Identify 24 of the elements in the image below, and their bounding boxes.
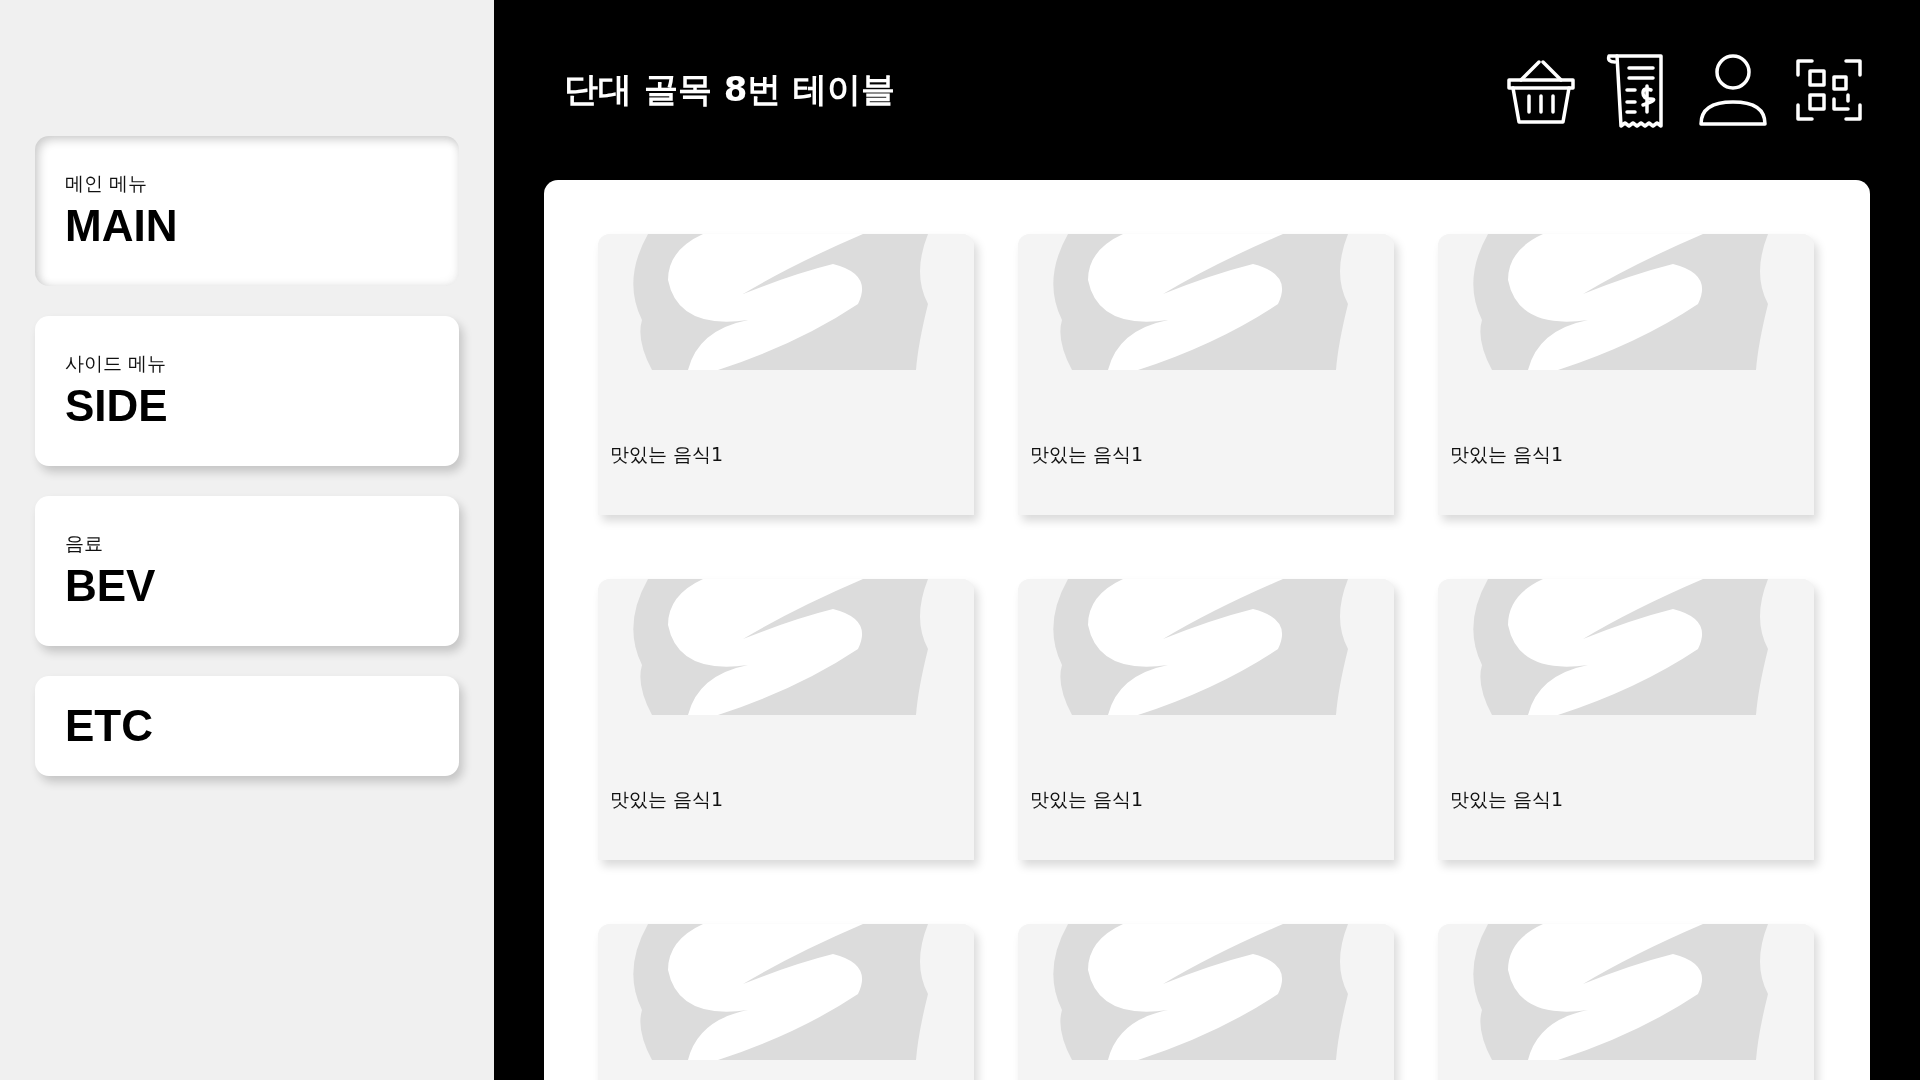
- menu-item-name: 맛있는 음식1: [1450, 787, 1564, 812]
- menu-item-name: 맛있는 음식1: [1030, 442, 1144, 467]
- menu-item-name: 맛있는 음식1: [1030, 787, 1144, 812]
- category-button[interactable]: 메인 메뉴 MAIN: [35, 136, 459, 286]
- category-subtitle: 음료: [65, 531, 104, 556]
- category-title: BEV: [65, 561, 157, 611]
- menu-item-card[interactable]: 맛있는 음식1: [1438, 234, 1814, 515]
- table-title: 단대 골목 8번 테이블: [564, 68, 896, 111]
- category-title: MAIN: [65, 201, 179, 251]
- category-subtitle: 사이드 메뉴: [65, 351, 168, 376]
- category-subtitle: 메인 메뉴: [65, 171, 149, 196]
- menu-item-card[interactable]: 맛있는 음식1: [598, 234, 974, 515]
- menu-item-name: 맛있는 음식1: [610, 787, 724, 812]
- category-button[interactable]: ETC: [35, 676, 459, 776]
- menu-item-name: 맛있는 음식1: [1450, 442, 1564, 467]
- category-button[interactable]: 사이드 메뉴 SIDE: [35, 316, 459, 466]
- menu-item-card[interactable]: 맛있는 음식1: [1438, 579, 1814, 860]
- menu-item-card[interactable]: 맛있는 음식1: [1018, 234, 1394, 515]
- menu-item-card[interactable]: 맛있는 음식1: [598, 579, 974, 860]
- category-button[interactable]: 음료 BEV: [35, 496, 459, 646]
- menu-item-card[interactable]: 맛있는 음식1: [1018, 579, 1394, 860]
- category-title: SIDE: [65, 381, 169, 431]
- category-title: ETC: [65, 701, 154, 751]
- menu-item-name: 맛있는 음식1: [610, 442, 724, 467]
